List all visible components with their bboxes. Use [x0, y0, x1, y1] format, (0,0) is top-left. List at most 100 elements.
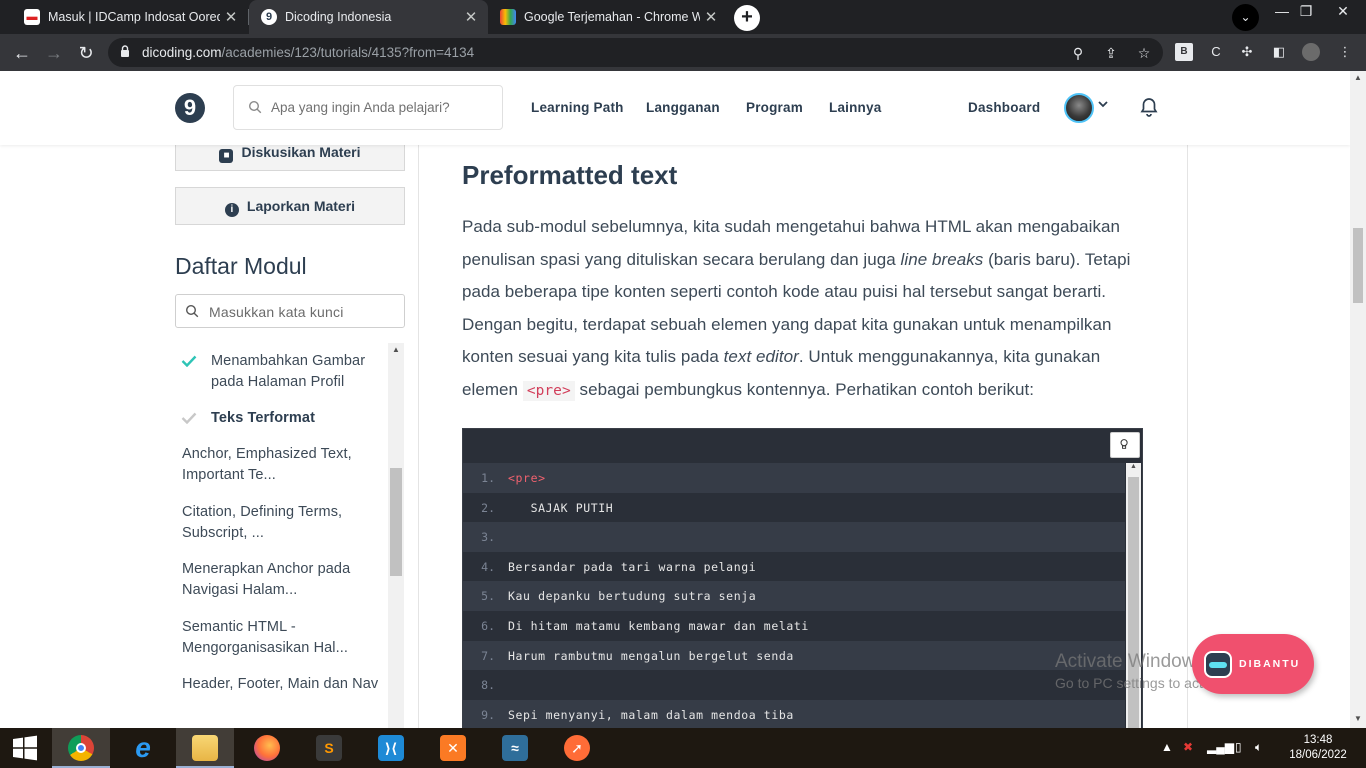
tab-close-icon[interactable]: ✕ — [220, 8, 242, 26]
taskbar-internet-explorer[interactable]: e — [114, 728, 172, 768]
mysql-workbench-icon: ≈ — [502, 735, 528, 761]
notification-bell-icon[interactable] — [1138, 96, 1160, 118]
module-item[interactable]: Citation, Defining Terms, Subscript, ... — [182, 502, 392, 544]
module-item[interactable]: Anchor, Emphasized Text, Important Te... — [182, 444, 392, 486]
dibantu-chat-button[interactable]: DIBANTU — [1192, 634, 1314, 694]
windows-logo-icon — [13, 735, 37, 761]
line-number: 3. — [481, 530, 495, 545]
windows-taskbar: e S ⟩⟨ ✕ ≈ ➚ ▲ ✖ ▂▄▆ ▯ 🔈︎ 13:48 18/06/20… — [0, 728, 1366, 768]
chrome-icon — [68, 735, 94, 761]
nav-langganan[interactable]: Langganan — [646, 100, 720, 115]
vscode-icon: ⟩⟨ — [378, 735, 404, 761]
line-number: 8. — [481, 678, 495, 693]
site-search-input[interactable]: Apa yang ingin Anda pelajari? — [233, 85, 503, 130]
extension-c-icon[interactable]: C — [1207, 43, 1225, 61]
xampp-icon: ✕ — [440, 735, 466, 761]
module-item[interactable]: Semantic HTML - Mengorganisasikan Hal... — [182, 617, 392, 659]
page-scrollbar[interactable]: ▲ ▼ — [1350, 71, 1366, 728]
taskbar-xampp[interactable]: ✕ — [424, 728, 482, 768]
side-panel-icon[interactable]: ◧ — [1270, 43, 1288, 61]
code-line: 8. — [463, 670, 1125, 700]
new-tab-button[interactable]: + — [734, 5, 760, 31]
file-explorer-icon — [192, 735, 218, 761]
reload-icon[interactable]: ↻ — [74, 41, 98, 65]
module-item[interactable]: Menerapkan Anchor pada Navigasi Halam... — [182, 559, 392, 601]
zoom-icon[interactable]: ⚲ — [1068, 43, 1088, 63]
code-text: Sepi menyanyi, malam dalam mendoa tiba — [508, 707, 794, 722]
firefox-icon — [254, 735, 280, 761]
scrollbar-thumb[interactable] — [1353, 228, 1363, 303]
copy-code-button[interactable] — [1110, 432, 1140, 458]
taskbar-firefox[interactable] — [238, 728, 296, 768]
taskbar-sublime-text[interactable]: S — [300, 728, 358, 768]
search-icon — [185, 304, 199, 318]
system-clock[interactable]: 13:48 18/06/2022 — [1282, 733, 1354, 763]
extensions-puzzle-icon[interactable]: ✣ — [1238, 43, 1256, 61]
taskbar-vscode[interactable]: ⟩⟨ — [362, 728, 420, 768]
scroll-up-icon[interactable]: ▲ — [388, 345, 404, 354]
web-page: 9 Apa yang ingin Anda pelajari? Learning… — [0, 71, 1350, 728]
clock-date: 18/06/2022 — [1289, 749, 1347, 761]
nav-lainnya[interactable]: Lainnya — [829, 100, 881, 115]
share-icon[interactable]: ⇪ — [1101, 43, 1121, 63]
line-number: 5. — [481, 589, 495, 604]
sublime-text-icon: S — [316, 735, 342, 761]
module-list-scrollbar[interactable]: ▲ — [388, 343, 404, 728]
info-icon: i — [224, 203, 239, 217]
report-label: Laporkan Materi — [246, 198, 356, 214]
line-number: 7. — [481, 648, 495, 663]
tab-close-icon[interactable]: ✕ — [700, 8, 722, 26]
content-divider-right — [1187, 145, 1188, 728]
taskbar-postman[interactable]: ➚ — [548, 728, 606, 768]
internet-explorer-icon: e — [135, 732, 151, 763]
nav-learning-path[interactable]: Learning Path — [531, 100, 624, 115]
module-item-current[interactable]: Teks Terformat — [211, 408, 386, 429]
forward-icon[interactable]: → — [42, 41, 66, 65]
volume-icon[interactable]: 🔈︎ — [1255, 740, 1262, 755]
tab-dicoding[interactable]: 9 Dicoding Indonesia ✕ — [249, 0, 488, 34]
module-item[interactable]: Menambahkan Gambar pada Halaman Profil — [211, 351, 386, 393]
tab-idcamp[interactable]: ▬ Masuk | IDCamp Indosat Ooredoo ✕ — [4, 0, 248, 34]
user-avatar[interactable] — [1064, 93, 1094, 123]
back-icon[interactable]: ← — [10, 41, 34, 65]
profile-avatar-icon[interactable] — [1302, 43, 1320, 61]
line-number: 9. — [481, 707, 495, 722]
discuss-label: Diskusikan Materi — [241, 144, 361, 160]
scroll-up-icon[interactable]: ▲ — [1350, 73, 1366, 82]
tray-chevron-up-icon[interactable]: ▲ — [1161, 740, 1173, 754]
report-material-button[interactable]: i Laporkan Materi — [175, 187, 405, 225]
taskbar-file-explorer[interactable] — [176, 728, 234, 768]
para-text: sebagai pembungkus kontennya. Perhatikan… — [574, 379, 1035, 399]
tab-google-translate[interactable]: Google Terjemahan - Chrome Web ✕ — [488, 0, 728, 34]
tab-close-icon[interactable]: ✕ — [460, 8, 482, 26]
chrome-menu-icon[interactable]: ⋮ — [1336, 43, 1354, 61]
browser-toolbar: ← → ↻ dicoding.com/academies/123/tutoria… — [0, 34, 1366, 71]
line-number: 1. — [481, 471, 495, 485]
dicoding-logo[interactable]: 9 — [175, 93, 205, 123]
browser-tab-bar: ▬ Masuk | IDCamp Indosat Ooredoo ✕ 9 Dic… — [0, 0, 1366, 34]
battery-icon[interactable]: ▯ — [1235, 740, 1242, 754]
taskbar-mysql-workbench[interactable]: ≈ — [486, 728, 544, 768]
module-item[interactable]: Header, Footer, Main dan Nav — [182, 674, 392, 695]
scroll-down-icon[interactable]: ▼ — [1350, 714, 1366, 723]
robot-icon — [1204, 651, 1232, 678]
network-disconnected-icon[interactable]: ✖ — [1183, 740, 1193, 754]
tab-search-icon[interactable]: ⌄ — [1232, 4, 1259, 31]
module-keyword-input[interactable]: Masukkan kata kunci — [175, 294, 405, 328]
nav-dashboard[interactable]: Dashboard — [968, 100, 1040, 115]
chevron-down-icon[interactable] — [1096, 97, 1110, 111]
scrollbar-thumb[interactable] — [390, 468, 402, 576]
code-text: <pre> — [508, 471, 546, 485]
start-button[interactable] — [0, 728, 58, 768]
tab-title: Dicoding Indonesia — [285, 10, 392, 24]
scroll-up-icon[interactable]: ▲ — [1126, 463, 1141, 470]
nav-program[interactable]: Program — [746, 100, 803, 115]
address-bar[interactable]: dicoding.com/academies/123/tutorials/413… — [108, 38, 1163, 67]
bookmark-star-icon[interactable]: ☆ — [1134, 43, 1154, 63]
taskbar-chrome[interactable] — [52, 728, 110, 768]
extension-b-icon[interactable]: B — [1175, 43, 1193, 61]
code-line: 2. SAJAK PUTIH — [463, 493, 1125, 523]
signal-icon[interactable]: ▂▄▆ — [1207, 740, 1234, 754]
module-list-title: Daftar Modul — [175, 253, 307, 279]
window-close-icon[interactable]: ✕ — [1320, 0, 1366, 34]
